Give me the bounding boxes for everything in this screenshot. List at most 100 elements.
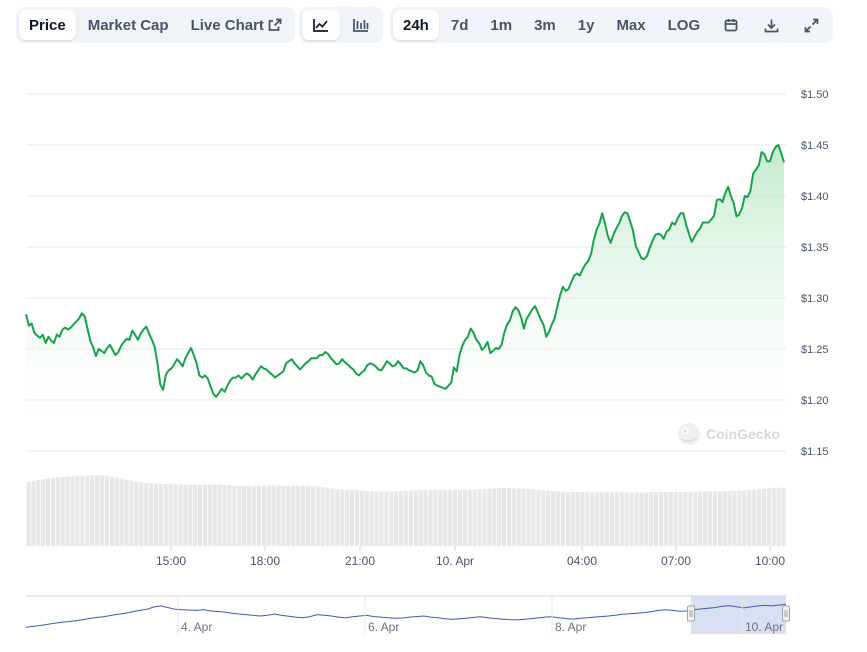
volume-bar: [565, 491, 570, 546]
range-group: 24h 7d 1m 3m 1y Max LOG: [390, 7, 834, 43]
volume-bar: [472, 489, 477, 546]
volume-bar: [335, 488, 340, 546]
range-1y[interactable]: 1y: [568, 10, 605, 40]
volume-bar: [75, 476, 80, 546]
x-tick-label: 10:00: [755, 554, 785, 568]
volume-bar: [212, 484, 217, 546]
volume-bar: [580, 492, 585, 546]
volume-bar: [423, 490, 428, 546]
tab-market-cap[interactable]: Market Cap: [78, 10, 179, 40]
volume-bar: [178, 484, 183, 546]
volume-bar: [119, 478, 124, 546]
volume-bar: [109, 476, 114, 546]
volume-bar: [433, 489, 438, 546]
volume-bar: [590, 492, 595, 546]
navigator-line: [25, 603, 787, 628]
volume-bar: [26, 481, 31, 546]
volume-bar: [531, 489, 536, 546]
volume-bar: [693, 491, 698, 546]
chart-type-group: [299, 7, 383, 43]
navigator-tick-label: 6. Apr: [368, 620, 399, 634]
tab-live-chart[interactable]: Live Chart: [181, 10, 292, 40]
volume-bar: [717, 491, 722, 546]
volume-bar: [663, 491, 668, 546]
volume-bar: [300, 485, 306, 546]
navigator-tick-label: 4. Apr: [181, 620, 212, 634]
volume-bar: [737, 490, 742, 546]
volume-bar: [560, 491, 565, 546]
log-scale-toggle[interactable]: LOG: [658, 10, 711, 40]
candlestick-chart-icon: [353, 18, 369, 32]
volume-bar: [276, 485, 281, 546]
volume-bar: [614, 492, 619, 546]
x-tick-label: 04:00: [567, 554, 597, 568]
volume-bar: [251, 485, 257, 546]
volume-bar: [600, 492, 605, 546]
volume-bar: [364, 490, 369, 546]
price-chart-svg: CoinGecko $1.50 $1.45 $1.40 $1.35 $1.30 $1.25…: [25, 89, 829, 634]
range-max[interactable]: Max: [606, 10, 655, 40]
volume-bar: [595, 492, 600, 546]
chart-toolbar: Price Market Cap Live Chart 24h 7d 1m 3m…: [16, 7, 839, 43]
volume-bar: [649, 492, 654, 546]
volume-bar: [320, 487, 325, 546]
price-chart[interactable]: CoinGecko $1.50 $1.45 $1.40 $1.35 $1.30 $1.25…: [0, 50, 867, 652]
volume-bar: [60, 477, 65, 546]
x-tick-label: 21:00: [345, 554, 375, 568]
volume-bar: [305, 485, 310, 546]
volume-bar: [144, 482, 149, 546]
volume-bar: [340, 489, 345, 546]
volume-bar: [80, 475, 85, 546]
x-tick-label: 07:00: [661, 554, 691, 568]
range-24h[interactable]: 24h: [393, 10, 439, 40]
range-navigator[interactable]: 4. Apr 6. Apr 8. Apr 10. Apr: [25, 595, 790, 634]
volume-bar: [551, 491, 556, 546]
volume-bar: [266, 485, 271, 546]
tab-price[interactable]: Price: [19, 10, 76, 40]
volume-bar: [36, 480, 41, 546]
volume-bar: [747, 490, 752, 546]
volume-bar: [173, 484, 178, 546]
x-tick-label: 15:00: [156, 554, 186, 568]
volume-bar: [237, 485, 242, 546]
volume-bar: [516, 488, 521, 546]
volume-bar: [462, 489, 467, 546]
view-tab-group: Price Market Cap Live Chart: [16, 7, 295, 43]
volume-bar: [207, 484, 212, 546]
volume-bar: [771, 487, 776, 546]
volume-bar: [217, 484, 222, 546]
volume-bar: [345, 489, 350, 546]
candlestick-chart-button[interactable]: [342, 10, 380, 40]
volume-bar: [198, 484, 203, 546]
volume-bar: [413, 490, 418, 546]
calendar-button[interactable]: [712, 10, 750, 40]
volume-bar: [384, 491, 389, 546]
navigator-left-handle[interactable]: [687, 605, 695, 622]
volume-bar: [477, 489, 482, 546]
range-7d[interactable]: 7d: [441, 10, 479, 40]
volume-bar: [712, 491, 717, 546]
volume-bar: [379, 491, 384, 546]
expand-icon: [804, 18, 819, 33]
volume-bar: [722, 491, 727, 546]
download-icon: [764, 18, 779, 33]
fullscreen-button[interactable]: [792, 10, 830, 40]
volume-bar: [232, 485, 237, 546]
volume-bar: [163, 483, 168, 546]
line-chart-icon: [313, 18, 329, 32]
line-chart-button[interactable]: [302, 10, 340, 40]
navigator-right-handle[interactable]: [782, 605, 790, 622]
volume-bar: [457, 489, 462, 546]
volume-bar: [497, 488, 502, 546]
y-tick-label: $1.30: [801, 293, 829, 305]
volume-bar: [619, 492, 624, 546]
download-button[interactable]: [752, 10, 790, 40]
volume-bar: [50, 477, 56, 546]
volume-bar: [776, 487, 781, 546]
volume-bar: [354, 490, 360, 546]
range-1m[interactable]: 1m: [480, 10, 522, 40]
volume-bar: [761, 488, 766, 546]
range-3m[interactable]: 3m: [524, 10, 566, 40]
volume-bar: [124, 479, 129, 546]
volume-bar: [286, 485, 291, 546]
